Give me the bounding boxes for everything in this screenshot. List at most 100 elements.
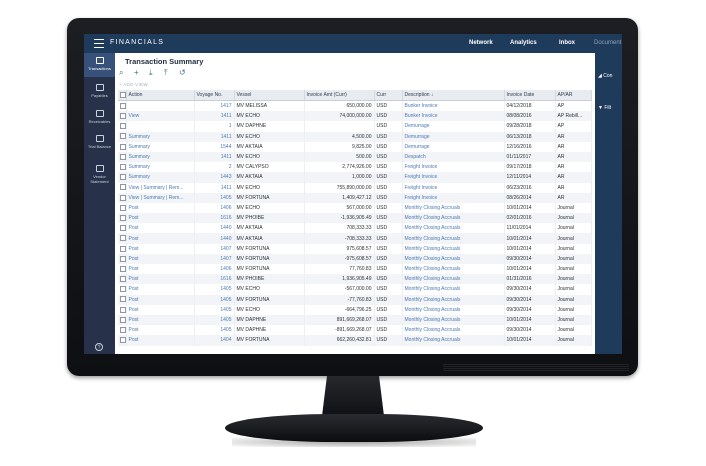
table-cell[interactable]: Post [126,335,195,346]
table-cell[interactable]: Summary [126,141,195,152]
table-cell[interactable]: Post [126,325,195,336]
table-cell[interactable]: Freight Invoice [402,172,505,183]
table-cell[interactable]: 1544 [194,141,235,152]
table-cell[interactable]: Monthly Closing Accruals [402,294,505,305]
table-cell[interactable]: Monthly Closing Accruals [402,264,505,275]
table-row[interactable]: Post 1405 MV DAPHNE 891,669,268.07 USD Monthl… [118,314,592,326]
row-checkbox[interactable] [118,314,127,326]
table-cell[interactable] [126,100,195,112]
table-cell[interactable]: Monthly Closing Accruals [402,253,505,264]
table-cell[interactable]: 1616 [194,274,235,285]
table-cell[interactable]: Post [126,314,195,326]
table-cell[interactable]: Summary [126,162,195,173]
table-row[interactable]: Post 1407 MV FORTUNA 975,608.57 USD Monthly C… [118,243,592,254]
hamburger-menu-icon[interactable] [94,39,104,48]
table-cell[interactable]: Post [126,264,195,275]
column-header-invoice-date[interactable]: Invoice Date [504,90,556,101]
table-row[interactable]: Post 1405 MV FORTUNA -77,760.83 USD Monthly C… [118,294,592,305]
nav-analytics[interactable]: Analytics [510,40,537,46]
table-cell[interactable]: 1440 [194,223,235,234]
table-row[interactable]: View 1411 MV ECHO 74,000,000.00 USD Bunker In… [118,111,592,122]
table-cell[interactable]: 1417 [194,100,235,112]
column-header-amount[interactable]: Invoice Amt (Curr) [304,90,375,101]
table-cell[interactable]: 1405 [194,325,235,336]
table-cell[interactable]: View | Summary | Rem... [126,192,195,203]
table-cell[interactable]: Monthly Closing Accruals [402,325,505,336]
table-cell[interactable]: Monthly Closing Accruals [402,335,505,346]
table-cell[interactable]: View | Summary | Rem... [126,182,195,193]
row-checkbox[interactable] [118,223,127,234]
download-icon[interactable]: ⤓ [149,68,153,78]
table-cell[interactable]: 1405 [194,284,235,295]
table-cell[interactable]: Bunker Invoice [402,100,505,112]
row-checkbox[interactable] [118,172,127,183]
row-checkbox[interactable] [118,233,127,244]
table-row[interactable]: Post 1405 MV ECHO -567,000.00 USD Monthly Clo… [118,284,592,295]
table-row[interactable]: Summary 1411 MV ECHO 500.00 USD Despatch 01/11… [118,151,592,163]
table-cell[interactable]: Post [126,243,195,254]
sidebar-item-payables[interactable]: Payables [84,84,115,98]
row-checkbox[interactable] [118,325,127,336]
table-cell[interactable]: 1405 [194,304,235,315]
table-cell[interactable]: Monthly Closing Accruals [402,233,505,244]
nav-document[interactable]: Document [594,40,621,46]
sidebar-item-receivables[interactable]: Receivables [84,110,115,124]
column-header-action[interactable]: Action [126,90,195,101]
help-icon[interactable]: ? [95,343,103,351]
table-cell[interactable]: 1404 [194,335,235,346]
upload-icon[interactable]: ⤒ [164,68,168,78]
table-cell[interactable]: Despatch [402,151,505,163]
table-row[interactable]: Summary 1544 MV AKTAIA 9,825.00 USD Demurrage… [118,141,592,152]
table-cell[interactable]: Post [126,202,195,214]
table-cell[interactable]: Demurrage [402,121,505,132]
row-checkbox[interactable] [118,274,127,285]
table-cell[interactable]: 1411 [194,111,235,122]
table-cell[interactable]: Monthly Closing Accruals [402,274,505,285]
table-row[interactable]: View | Summary | Rem... 1411 MV ECHO 755,89… [118,182,592,193]
table-row[interactable]: Summary 2 MV CALYPSO 2,774,926.00 USD Freight… [118,162,592,173]
table-row[interactable]: 1417 MV MELISSA 650,000.00 USD Bunker Invoic… [118,100,592,112]
row-checkbox[interactable] [118,141,127,152]
column-header-currency[interactable]: Curr [374,90,403,101]
table-cell[interactable]: View [126,111,195,122]
table-row[interactable]: Post 1440 MV AKTAIA -708,333.33 USD Monthly C… [118,233,592,244]
row-checkbox[interactable] [118,213,127,224]
table-row[interactable]: Post 1616 MV PHOIBE 1,936,905.49 USD Monthly … [118,274,592,285]
table-cell[interactable]: Post [126,233,195,244]
table-cell[interactable]: Post [126,223,195,234]
table-cell[interactable]: 1411 [194,131,235,142]
column-header-vessel[interactable]: Vessel [234,90,305,101]
row-checkbox[interactable] [118,264,127,275]
table-cell[interactable]: Post [126,284,195,295]
table-cell[interactable]: Freight Invoice [402,162,505,173]
table-cell[interactable]: 1405 [194,314,235,326]
table-row[interactable]: Post 1440 MV AKTAIA 708,333.33 USD Monthly Cl… [118,223,592,234]
table-row[interactable]: View | Summary | Rem... 1405 MV FORTUNA 1,4… [118,192,592,203]
table-row[interactable]: 1 MV DAPHNE USD Demurrage 09/28/2018 AP [118,121,592,132]
sidebar-item-transactions[interactable]: Transactions [84,53,115,77]
column-header-description[interactable]: Description ↓ [402,90,505,101]
select-all-checkbox[interactable] [118,90,127,101]
table-cell[interactable]: 1411 [194,151,235,163]
table-cell[interactable]: Summary [126,172,195,183]
table-cell[interactable]: 1616 [194,213,235,224]
table-row[interactable]: Post 1406 MV FORTUNA 77,760.83 USD Monthly Cl… [118,264,592,275]
table-cell[interactable]: 1406 [194,264,235,275]
row-checkbox[interactable] [118,284,127,295]
sidebar-item-trial-balance[interactable]: Trial Balance [84,135,115,149]
table-cell[interactable]: 1405 [194,294,235,305]
table-row[interactable]: Post 1407 MV FORTUNA -975,608.57 USD Monthly … [118,253,592,264]
table-cell[interactable]: 1440 [194,233,235,244]
table-cell[interactable] [126,121,195,132]
table-cell[interactable]: 1406 [194,202,235,214]
table-cell[interactable]: Summary [126,131,195,142]
row-checkbox[interactable] [118,202,127,214]
row-checkbox[interactable] [118,243,127,254]
table-cell[interactable]: 2 [194,162,235,173]
table-row[interactable]: Post 1405 MV ECHO -664,796.25 USD Monthly Clo… [118,304,592,315]
table-cell[interactable]: Monthly Closing Accruals [402,243,505,254]
row-checkbox[interactable] [118,294,127,305]
row-checkbox[interactable] [118,111,127,122]
table-row[interactable]: Post 1404 MV FORTUNA 662,260,432.81 USD Month… [118,335,592,346]
table-cell[interactable]: Demurrage [402,131,505,142]
